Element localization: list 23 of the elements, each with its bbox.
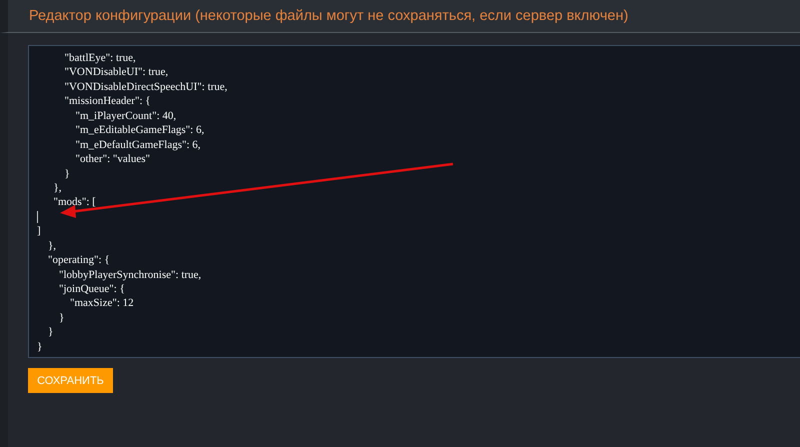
- code-line: }: [58, 312, 64, 324]
- code-line: ]: [37, 225, 41, 238]
- code-line: "m_eDefaultGameFlags": 6,: [74, 138, 201, 151]
- code-line: "VONDisableDirectSpeechUI": true,: [64, 80, 228, 93]
- code-line: "missionHeader": {: [64, 95, 151, 108]
- code-line: },: [52, 182, 62, 194]
- code-line: }: [37, 340, 42, 353]
- code-line: }: [47, 326, 54, 338]
- page-title: Редактор конфигурации (некоторые файлы могут не сохраняться, если сервер включен): [29, 8, 628, 24]
- code-line: "battlEye": true,: [64, 52, 136, 64]
- code-line: },: [47, 240, 56, 252]
- code-line: "VONDisableUI": true,: [64, 66, 168, 78]
- code-line: "maxSize": 12: [69, 297, 134, 310]
- code-line: "joinQueue": {: [58, 283, 125, 295]
- code-line: "m_iPlayerCount": 40,: [74, 110, 176, 122]
- code-editor[interactable]: [28, 45, 800, 358]
- code-line: "other": "values": [74, 153, 150, 166]
- code-line: }: [64, 168, 70, 180]
- code-line: "mods": [: [52, 196, 96, 208]
- code-line: "lobbyPlayerSynchronise": true,: [58, 268, 202, 281]
- code-line: "m_eEditableGameFlags": 6,: [74, 124, 204, 136]
- code-line: "operating": {: [47, 254, 110, 266]
- save-button[interactable]: СОХРАНИТЬ: [28, 368, 113, 393]
